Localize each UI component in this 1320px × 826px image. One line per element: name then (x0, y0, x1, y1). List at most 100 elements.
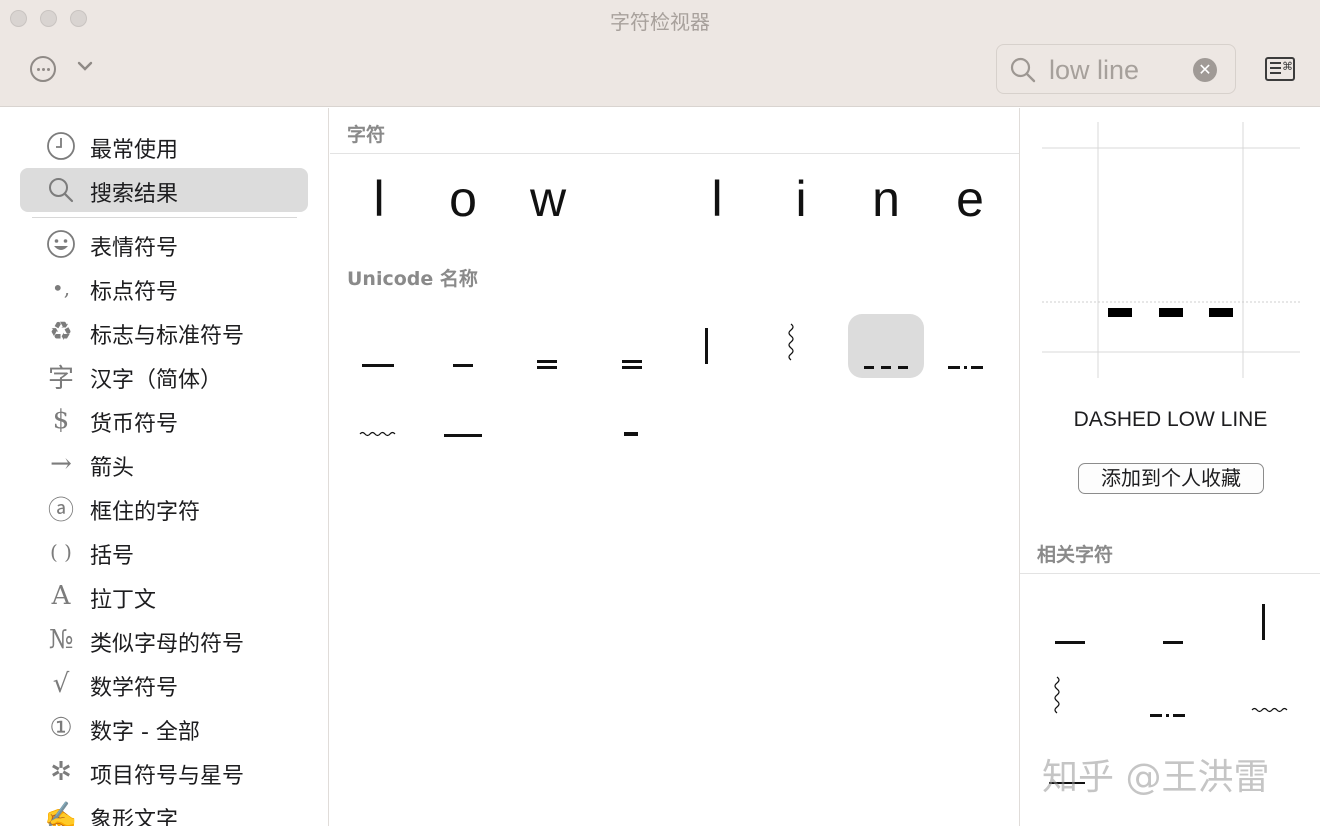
glyph-shape (705, 328, 708, 364)
title-bar: 字符检视器 ✕ ⌘ (0, 0, 1320, 107)
query-char-tile[interactable]: e (940, 170, 1000, 228)
sidebar-item-label: 框住的字符 (90, 500, 201, 525)
character-results: 字符 Unicode 名称 low line (330, 108, 1019, 826)
section-divider (1020, 573, 1320, 574)
glyph-shape (509, 404, 585, 468)
character-name: DASHED LOW LINE (1073, 408, 1268, 431)
glyph-tile[interactable] (509, 314, 585, 378)
search-icon (44, 173, 78, 207)
sidebar-item-label: 箭头 (90, 456, 135, 481)
sidebar-item[interactable]: A 拉丁文 (20, 574, 308, 618)
watermark: 知乎 @王洪雷 (1042, 757, 1270, 798)
more-options-button[interactable] (30, 56, 56, 82)
clear-search-icon[interactable]: ✕ (1193, 58, 1217, 82)
sidebar-item[interactable]: √ 数学符号 (20, 662, 308, 706)
sidebar-item-label: 项目符号与星号 (90, 764, 245, 789)
glyph-tile[interactable] (425, 404, 501, 468)
pictograph-icon: ✍ (44, 801, 78, 826)
glyph-shape (622, 360, 642, 369)
related-glyph[interactable] (1037, 675, 1101, 727)
sidebar-item-label: 表情符号 (90, 236, 179, 261)
dot-icon (47, 68, 50, 71)
query-char-tile[interactable]: w (518, 170, 578, 228)
sidebar-item[interactable]: 表情符号 (20, 222, 308, 266)
query-char-tile[interactable]: o (433, 170, 493, 228)
sidebar-item[interactable]: •, 标点符号 (20, 266, 308, 310)
circled-a-icon: ⓐ (47, 495, 74, 526)
related-glyph[interactable] (1232, 596, 1296, 648)
dot-icon (37, 68, 40, 71)
glyph-tile[interactable] (340, 314, 416, 378)
query-char-tile[interactable]: l (687, 170, 747, 228)
glyph-tile[interactable] (594, 314, 670, 378)
sidebar-item-label: 括号 (90, 544, 135, 569)
related-glyph[interactable] (1238, 686, 1302, 738)
parentheses-icon: ( ) (50, 540, 72, 564)
sidebar-item[interactable]: 字汉字（简体） (20, 354, 308, 398)
sidebar-item-label: 拉丁文 (90, 588, 157, 613)
sidebar-item[interactable]: ⓐ 框住的字符 (20, 486, 308, 530)
glyph-shape (362, 364, 394, 367)
sidebar-item[interactable]: ✍ 象形文字 (20, 794, 308, 826)
sidebar-item[interactable]: $ 货币符号 (20, 398, 308, 442)
search-field[interactable]: ✕ (996, 44, 1236, 94)
clock-icon (44, 129, 78, 163)
glyph-tile[interactable] (594, 404, 670, 468)
sidebar-item[interactable]: ① 数字 - 全部 (20, 706, 308, 750)
glyph-tile[interactable] (425, 314, 501, 378)
related-glyph[interactable] (1140, 606, 1204, 658)
query-char-tile[interactable]: l (349, 170, 409, 228)
related-glyph[interactable] (1037, 606, 1101, 658)
query-char-tile[interactable]: i (771, 170, 831, 228)
sidebar-item-label: 汉字（简体） (90, 368, 223, 393)
glyph-tile[interactable] (932, 314, 1008, 378)
recycle-icon: ♻ (49, 317, 73, 347)
punctuation-icon: •, (51, 276, 71, 300)
category-sidebar: 最常使用 搜索结果 表情符号 •, 标点符号 ♻ 标志与标准符号字汉字（简体） $ 货币符号 → 箭… (0, 108, 329, 826)
glyph-tile (509, 404, 585, 468)
latin-a-icon: A (51, 581, 71, 611)
sidebar-item[interactable]: ( ) 括号 (20, 530, 308, 574)
dot-icon (42, 68, 45, 71)
glyph-shape (864, 366, 908, 369)
sidebar-item-label: 象形文字 (90, 808, 179, 826)
han-character-icon: 字 (47, 363, 74, 394)
asterisk-icon: ✲ (50, 757, 72, 787)
section-divider (330, 153, 1019, 154)
search-input[interactable] (1049, 53, 1189, 87)
sidebar-item-label: 数字 - 全部 (90, 720, 200, 745)
glyph-shape (788, 323, 794, 361)
arrow-icon: → (50, 449, 72, 479)
sidebar-item[interactable]: 搜索结果 (20, 168, 308, 212)
sidebar-item[interactable]: ✲ 项目符号与星号 (20, 750, 308, 794)
square-root-icon: √ (52, 669, 70, 699)
add-to-favorites-button[interactable]: 添加到个人收藏 (1078, 463, 1264, 494)
glyph-tile[interactable] (848, 314, 924, 378)
sidebar-item-label: 标点符号 (90, 280, 179, 305)
glyph-shape (537, 360, 557, 369)
sidebar-item-label: 货币符号 (90, 412, 179, 437)
sidebar-item[interactable]: 最常使用 (20, 124, 308, 168)
sidebar-item-label: 标志与标准符号 (90, 324, 245, 349)
search-icon (1010, 57, 1036, 83)
glyph-shape (453, 364, 473, 367)
unicode-section-header: Unicode 名称 (347, 268, 478, 290)
related-glyph[interactable] (1140, 686, 1204, 738)
glyph-tile[interactable] (340, 404, 416, 468)
sidebar-item[interactable]: № 类似字母的符号 (20, 618, 308, 662)
query-char-tile[interactable]: n (856, 170, 916, 228)
circled-one-icon: ① (49, 713, 73, 743)
glyph-preview (1042, 122, 1300, 378)
sidebar-item[interactable]: ♻ 标志与标准符号 (20, 310, 308, 354)
command-icon: ⌘ (1282, 60, 1293, 73)
dollar-icon: $ (52, 405, 70, 435)
glyph-shape (359, 431, 396, 437)
chevron-down-icon[interactable] (77, 58, 93, 74)
chars-section-header: 字符 (347, 124, 386, 146)
glyph-shape (444, 434, 482, 437)
sidebar-item[interactable]: → 箭头 (20, 442, 308, 486)
keyboard-viewer-button[interactable]: ⌘ (1265, 57, 1295, 81)
glyph-tile[interactable] (669, 314, 745, 378)
sidebar-item-label: 数学符号 (90, 676, 179, 701)
glyph-tile[interactable] (753, 314, 829, 378)
